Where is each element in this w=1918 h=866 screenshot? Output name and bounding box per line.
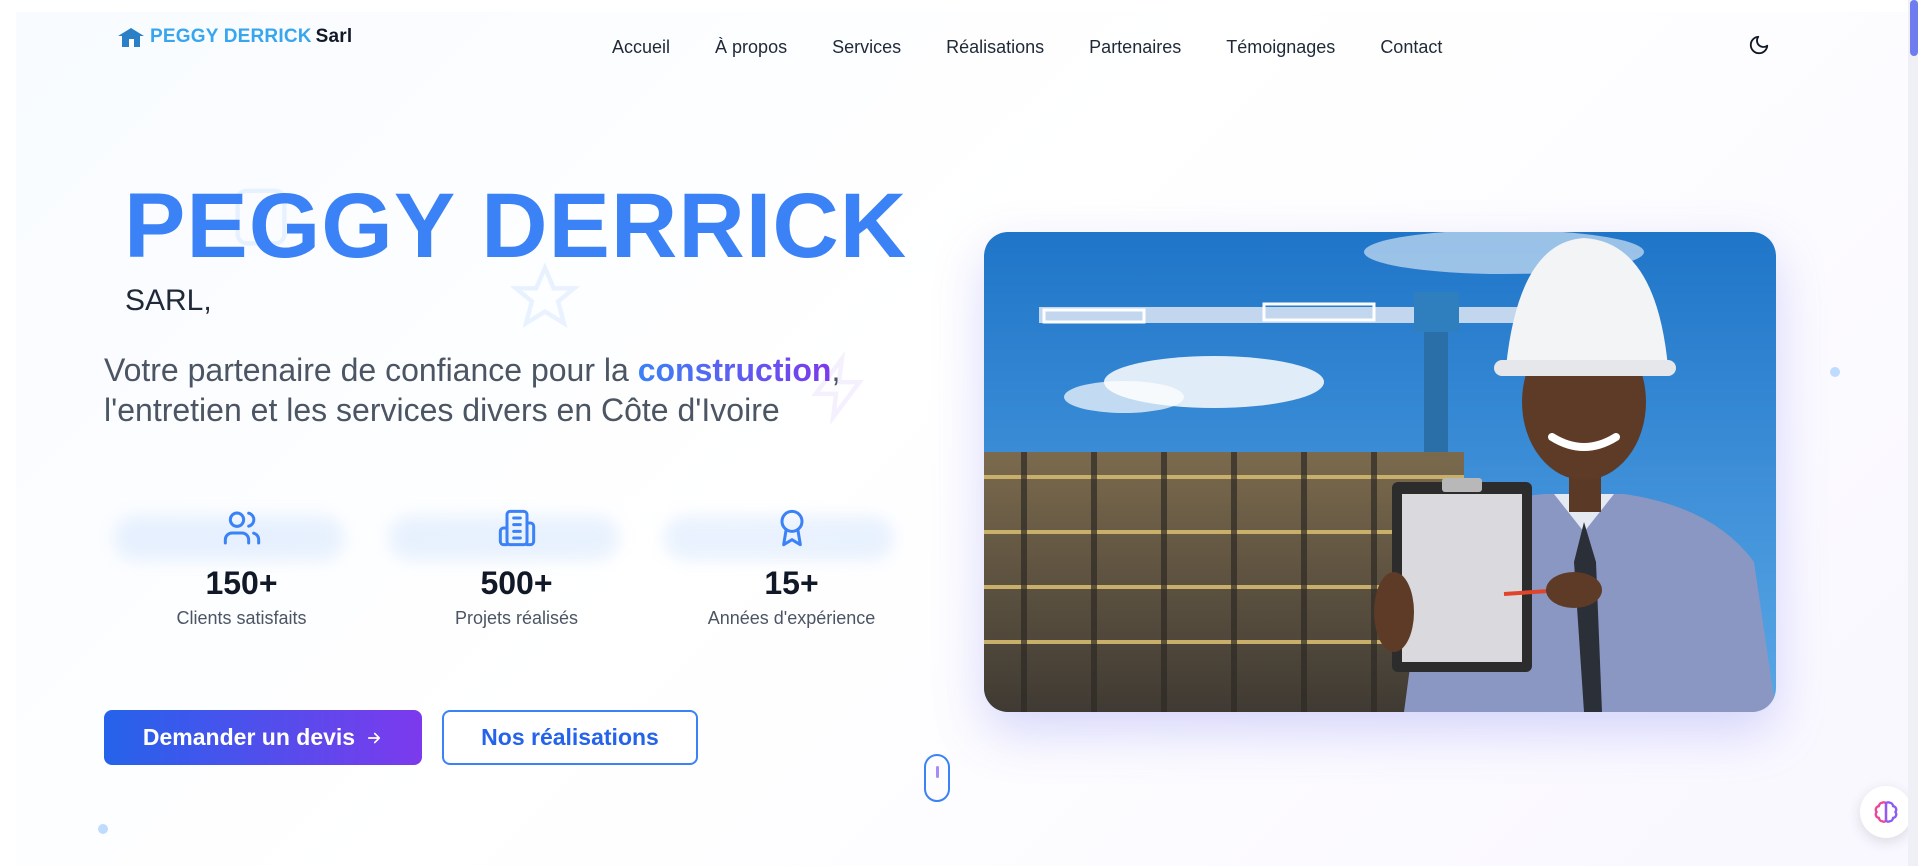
- hero-description-start: Votre partenaire de confiance pour la: [104, 352, 638, 388]
- users-icon: [223, 511, 260, 545]
- stat-experience: 15+ Années d'expérience: [654, 508, 929, 629]
- stat-value: 15+: [764, 565, 819, 601]
- portfolio-button[interactable]: Nos réalisations: [442, 710, 698, 765]
- scrollbar-thumb[interactable]: [1910, 0, 1918, 56]
- hero-description: Votre partenaire de confiance pour la co…: [104, 350, 864, 430]
- assistant-button[interactable]: [1860, 786, 1912, 838]
- award-icon: [780, 509, 803, 547]
- moon-icon[interactable]: [1748, 34, 1770, 56]
- construction-worker-photo: [984, 232, 1776, 712]
- main-nav: Accueil À propos Services Réalisations P…: [612, 37, 1487, 58]
- house-logo-icon: [118, 28, 144, 47]
- nav-link-accueil[interactable]: Accueil: [612, 37, 670, 58]
- page-scrollbar[interactable]: [1908, 0, 1918, 866]
- stat-clients: 150+ Clients satisfaits: [104, 508, 379, 629]
- brain-icon: [1874, 801, 1898, 823]
- stat-label: Clients satisfaits: [176, 608, 307, 628]
- stat-projects: 500+ Projets réalisés: [379, 508, 654, 629]
- nav-link-services[interactable]: Services: [832, 37, 901, 58]
- brand-logo[interactable]: PEGGY DERRICK Sarl: [116, 26, 352, 48]
- scroll-down-indicator[interactable]: [924, 754, 950, 802]
- arrow-right-icon: [368, 732, 381, 743]
- scroll-wheel: [936, 766, 939, 778]
- logo-name: PEGGY DERRICK: [150, 26, 312, 47]
- hero-subtitle: SARL,: [125, 284, 212, 317]
- nav-link-temoignages[interactable]: Témoignages: [1226, 37, 1335, 58]
- nav-link-contact[interactable]: Contact: [1380, 37, 1442, 58]
- decorative-dot: [1830, 367, 1840, 377]
- hero-image: [984, 232, 1776, 712]
- nav-link-partenaires[interactable]: Partenaires: [1089, 37, 1181, 58]
- stat-label: Années d'expérience: [707, 608, 876, 628]
- logo-suffix: Sarl: [315, 26, 353, 47]
- hero-title: PEGGY DERRICK: [124, 175, 908, 277]
- stat-value: 500+: [480, 565, 553, 601]
- nav-link-a-propos[interactable]: À propos: [715, 37, 787, 58]
- request-quote-label: Demander un devis: [142, 724, 356, 750]
- decorative-dot: [98, 824, 108, 834]
- hero-description-highlight: construction: [637, 352, 832, 388]
- stats-row: 150+ Clients satisfaits 500+ Projets réa…: [104, 508, 929, 629]
- building-icon: [498, 509, 535, 547]
- request-quote-button[interactable]: Demander un devis: [104, 710, 422, 765]
- nav-link-realisations[interactable]: Réalisations: [946, 37, 1044, 58]
- stat-value: 150+: [205, 565, 278, 601]
- stat-label: Projets réalisés: [454, 608, 579, 628]
